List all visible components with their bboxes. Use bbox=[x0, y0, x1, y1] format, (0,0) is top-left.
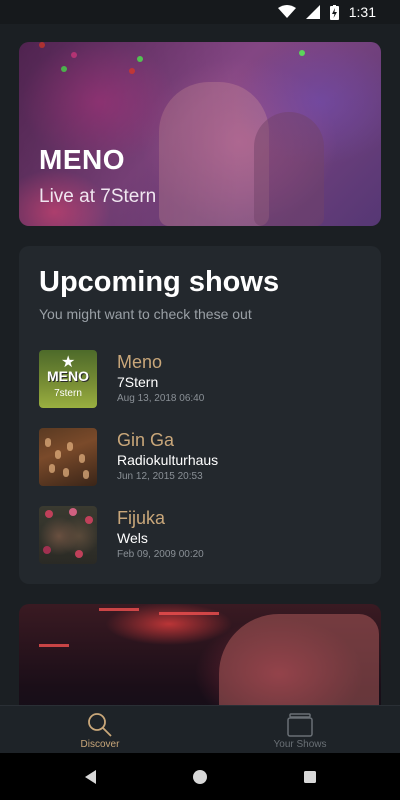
decor bbox=[75, 550, 83, 558]
decor bbox=[43, 546, 51, 554]
decor bbox=[159, 612, 219, 615]
decor bbox=[79, 454, 85, 463]
hero-subtitle: Live at 7Stern bbox=[39, 186, 157, 207]
back-icon[interactable] bbox=[82, 768, 100, 786]
tab-label: Your Shows bbox=[273, 739, 327, 750]
show-venue: Radiokulturhaus bbox=[117, 452, 219, 468]
tab-discover[interactable]: Discover bbox=[0, 706, 200, 754]
thumbnail-title: MENO bbox=[47, 368, 89, 384]
section-subtitle: You might want to check these out bbox=[39, 306, 252, 322]
decor bbox=[49, 464, 55, 473]
bottom-navigation: Discover Your Shows bbox=[0, 705, 400, 753]
decor bbox=[99, 608, 139, 611]
featured-show-card[interactable]: MENO Live at 7Stern bbox=[19, 42, 381, 226]
decor bbox=[67, 442, 73, 451]
tab-your-shows[interactable]: Your Shows bbox=[200, 706, 400, 754]
thumbnail-subtitle: 7stern bbox=[54, 388, 82, 399]
show-thumbnail: ★ MENO 7stern bbox=[39, 350, 97, 408]
hero-title: MENO bbox=[39, 144, 125, 175]
discover-content[interactable]: MENO Live at 7Stern Upcoming shows You m… bbox=[0, 24, 400, 705]
show-artist: Fijuka bbox=[117, 508, 166, 528]
show-thumbnail bbox=[39, 506, 97, 564]
system-navigation-bar bbox=[0, 753, 400, 800]
section-title: Upcoming shows bbox=[39, 266, 280, 298]
show-date: Jun 12, 2015 20:53 bbox=[117, 471, 203, 482]
decor bbox=[85, 516, 93, 524]
decor bbox=[63, 468, 69, 477]
search-icon bbox=[88, 713, 112, 737]
wifi-icon bbox=[277, 5, 296, 18]
signal-icon bbox=[305, 5, 320, 19]
show-item-fijuka[interactable]: Fijuka Wels Feb 09, 2009 00:20 bbox=[39, 506, 361, 566]
show-venue: 7Stern bbox=[117, 374, 159, 390]
decor bbox=[83, 470, 89, 479]
upcoming-shows-card: Upcoming shows You might want to check t… bbox=[19, 246, 381, 584]
show-artist: Meno bbox=[117, 352, 163, 372]
tab-label: Discover bbox=[80, 739, 120, 750]
decor bbox=[55, 450, 61, 459]
decor bbox=[45, 438, 51, 447]
decor bbox=[69, 508, 77, 516]
performer-image bbox=[219, 614, 379, 705]
decor bbox=[39, 644, 69, 647]
status-bar: 1:31 bbox=[0, 0, 400, 24]
battery-charging-icon bbox=[329, 4, 339, 20]
show-item-gin-ga[interactable]: Gin Ga Radiokulturhaus Jun 12, 2015 20:5… bbox=[39, 428, 361, 488]
promo-image-card[interactable] bbox=[19, 604, 381, 705]
show-item-meno[interactable]: ★ MENO 7stern Meno 7Stern Aug 13, 2018 0… bbox=[39, 350, 361, 410]
decor bbox=[45, 510, 53, 518]
cards-icon bbox=[287, 713, 313, 737]
show-venue: Wels bbox=[117, 530, 148, 546]
home-icon[interactable] bbox=[191, 768, 209, 786]
status-time: 1:31 bbox=[348, 4, 376, 20]
show-thumbnail bbox=[39, 428, 97, 486]
recents-icon[interactable] bbox=[301, 768, 319, 786]
show-artist: Gin Ga bbox=[117, 430, 175, 450]
show-date: Aug 13, 2018 06:40 bbox=[117, 393, 205, 404]
show-date: Feb 09, 2009 00:20 bbox=[117, 549, 204, 560]
